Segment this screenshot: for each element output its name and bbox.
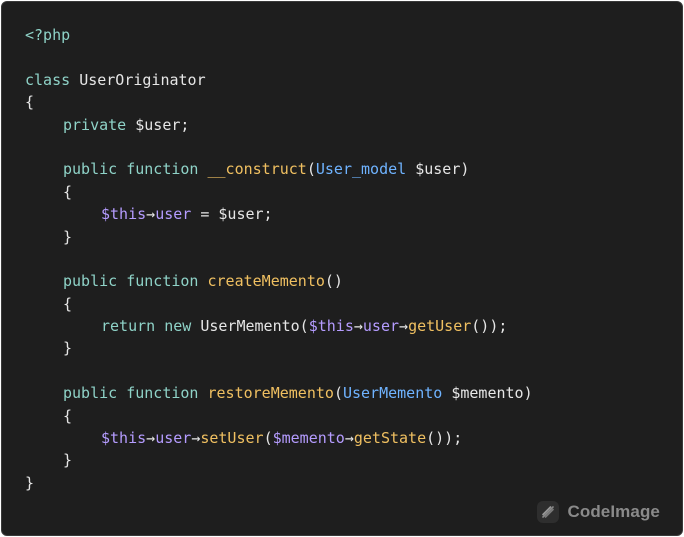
code-token: public [63,160,127,179]
code-line: { [25,405,533,427]
code-token: return [101,317,165,336]
code-line: return new UserMemento($this→user→getUse… [25,315,533,337]
code-line: class UserOriginator [25,69,533,91]
watermark: CodeImage [537,501,660,523]
code-token: getUser [408,317,472,336]
code-token: → [353,317,363,336]
code-token: $this [308,317,354,336]
code-token: → [191,429,201,448]
code-token: $memento) [442,384,533,403]
code-token: $this [101,429,147,448]
code-token: { [63,294,73,313]
code-token: → [399,317,409,336]
code-line: public function __construct(User_model $… [25,158,533,180]
code-token: <?php [25,26,71,44]
code-token: UserMemento( [200,317,309,336]
code-token: { [63,406,73,425]
code-token: ( [333,384,343,403]
code-token: private [63,115,136,134]
code-card: <?php class UserOriginator { private $user;… [1,1,683,536]
code-token: → [146,205,156,224]
code-token: UserOriginator [79,70,206,89]
code-snapshot-frame: <?php class UserOriginator { private $user;… [0,0,684,537]
code-line: } [25,337,533,359]
code-token: User_model [315,160,407,179]
codeimage-logo-icon [537,501,560,523]
code-token: → [146,429,156,448]
code-token: public [63,384,127,403]
code-token: $user) [406,160,470,179]
code-token: } [63,227,73,246]
code-line: { [25,181,533,203]
code-token: } [63,339,73,358]
code-token: { [25,93,35,112]
code-line: <?php [25,24,533,46]
code-line: private $user; [25,114,533,136]
code-token: ( [306,160,316,179]
code-token: } [25,473,35,492]
code-token: createMemento [207,272,325,291]
code-token: $user; [135,115,190,134]
code-token: } [63,451,73,470]
code-token: { [63,182,73,201]
code-line: $this→user→setUser($memento→getState()); [25,427,533,449]
code-token: __construct [207,160,307,179]
code-line: public function restoreMemento(UserMemen… [25,382,533,404]
code-line: { [25,293,533,315]
code-token: () [324,272,343,291]
code-token: public [63,272,127,291]
code-block: <?php class UserOriginator { private $user;… [25,24,533,494]
code-token: ()); [426,429,463,448]
code-token: → [344,429,354,448]
code-line: } [25,472,533,494]
code-token: class [25,70,80,89]
code-token: ( [263,429,273,448]
code-token: function [126,272,208,291]
code-line: $this→user = $user; [25,203,533,225]
code-line: } [25,226,533,248]
code-token: ()); [471,317,508,336]
code-token: getState [353,429,427,448]
code-token: user [155,205,192,224]
code-token: UserMemento [342,384,443,403]
watermark-label: CodeImage [567,502,660,521]
code-token: $this [101,205,147,224]
code-token: $memento [272,429,345,448]
code-token: user [155,429,192,448]
code-token: new [164,317,201,336]
code-line: } [25,449,533,471]
code-line: { [25,91,533,113]
code-token: = $user; [191,205,273,224]
code-line: public function createMemento() [25,270,533,292]
code-token: restoreMemento [207,384,334,403]
code-token: function [126,384,208,403]
code-token: setUser [200,429,264,448]
code-token: function [126,160,208,179]
code-token: user [362,317,400,336]
